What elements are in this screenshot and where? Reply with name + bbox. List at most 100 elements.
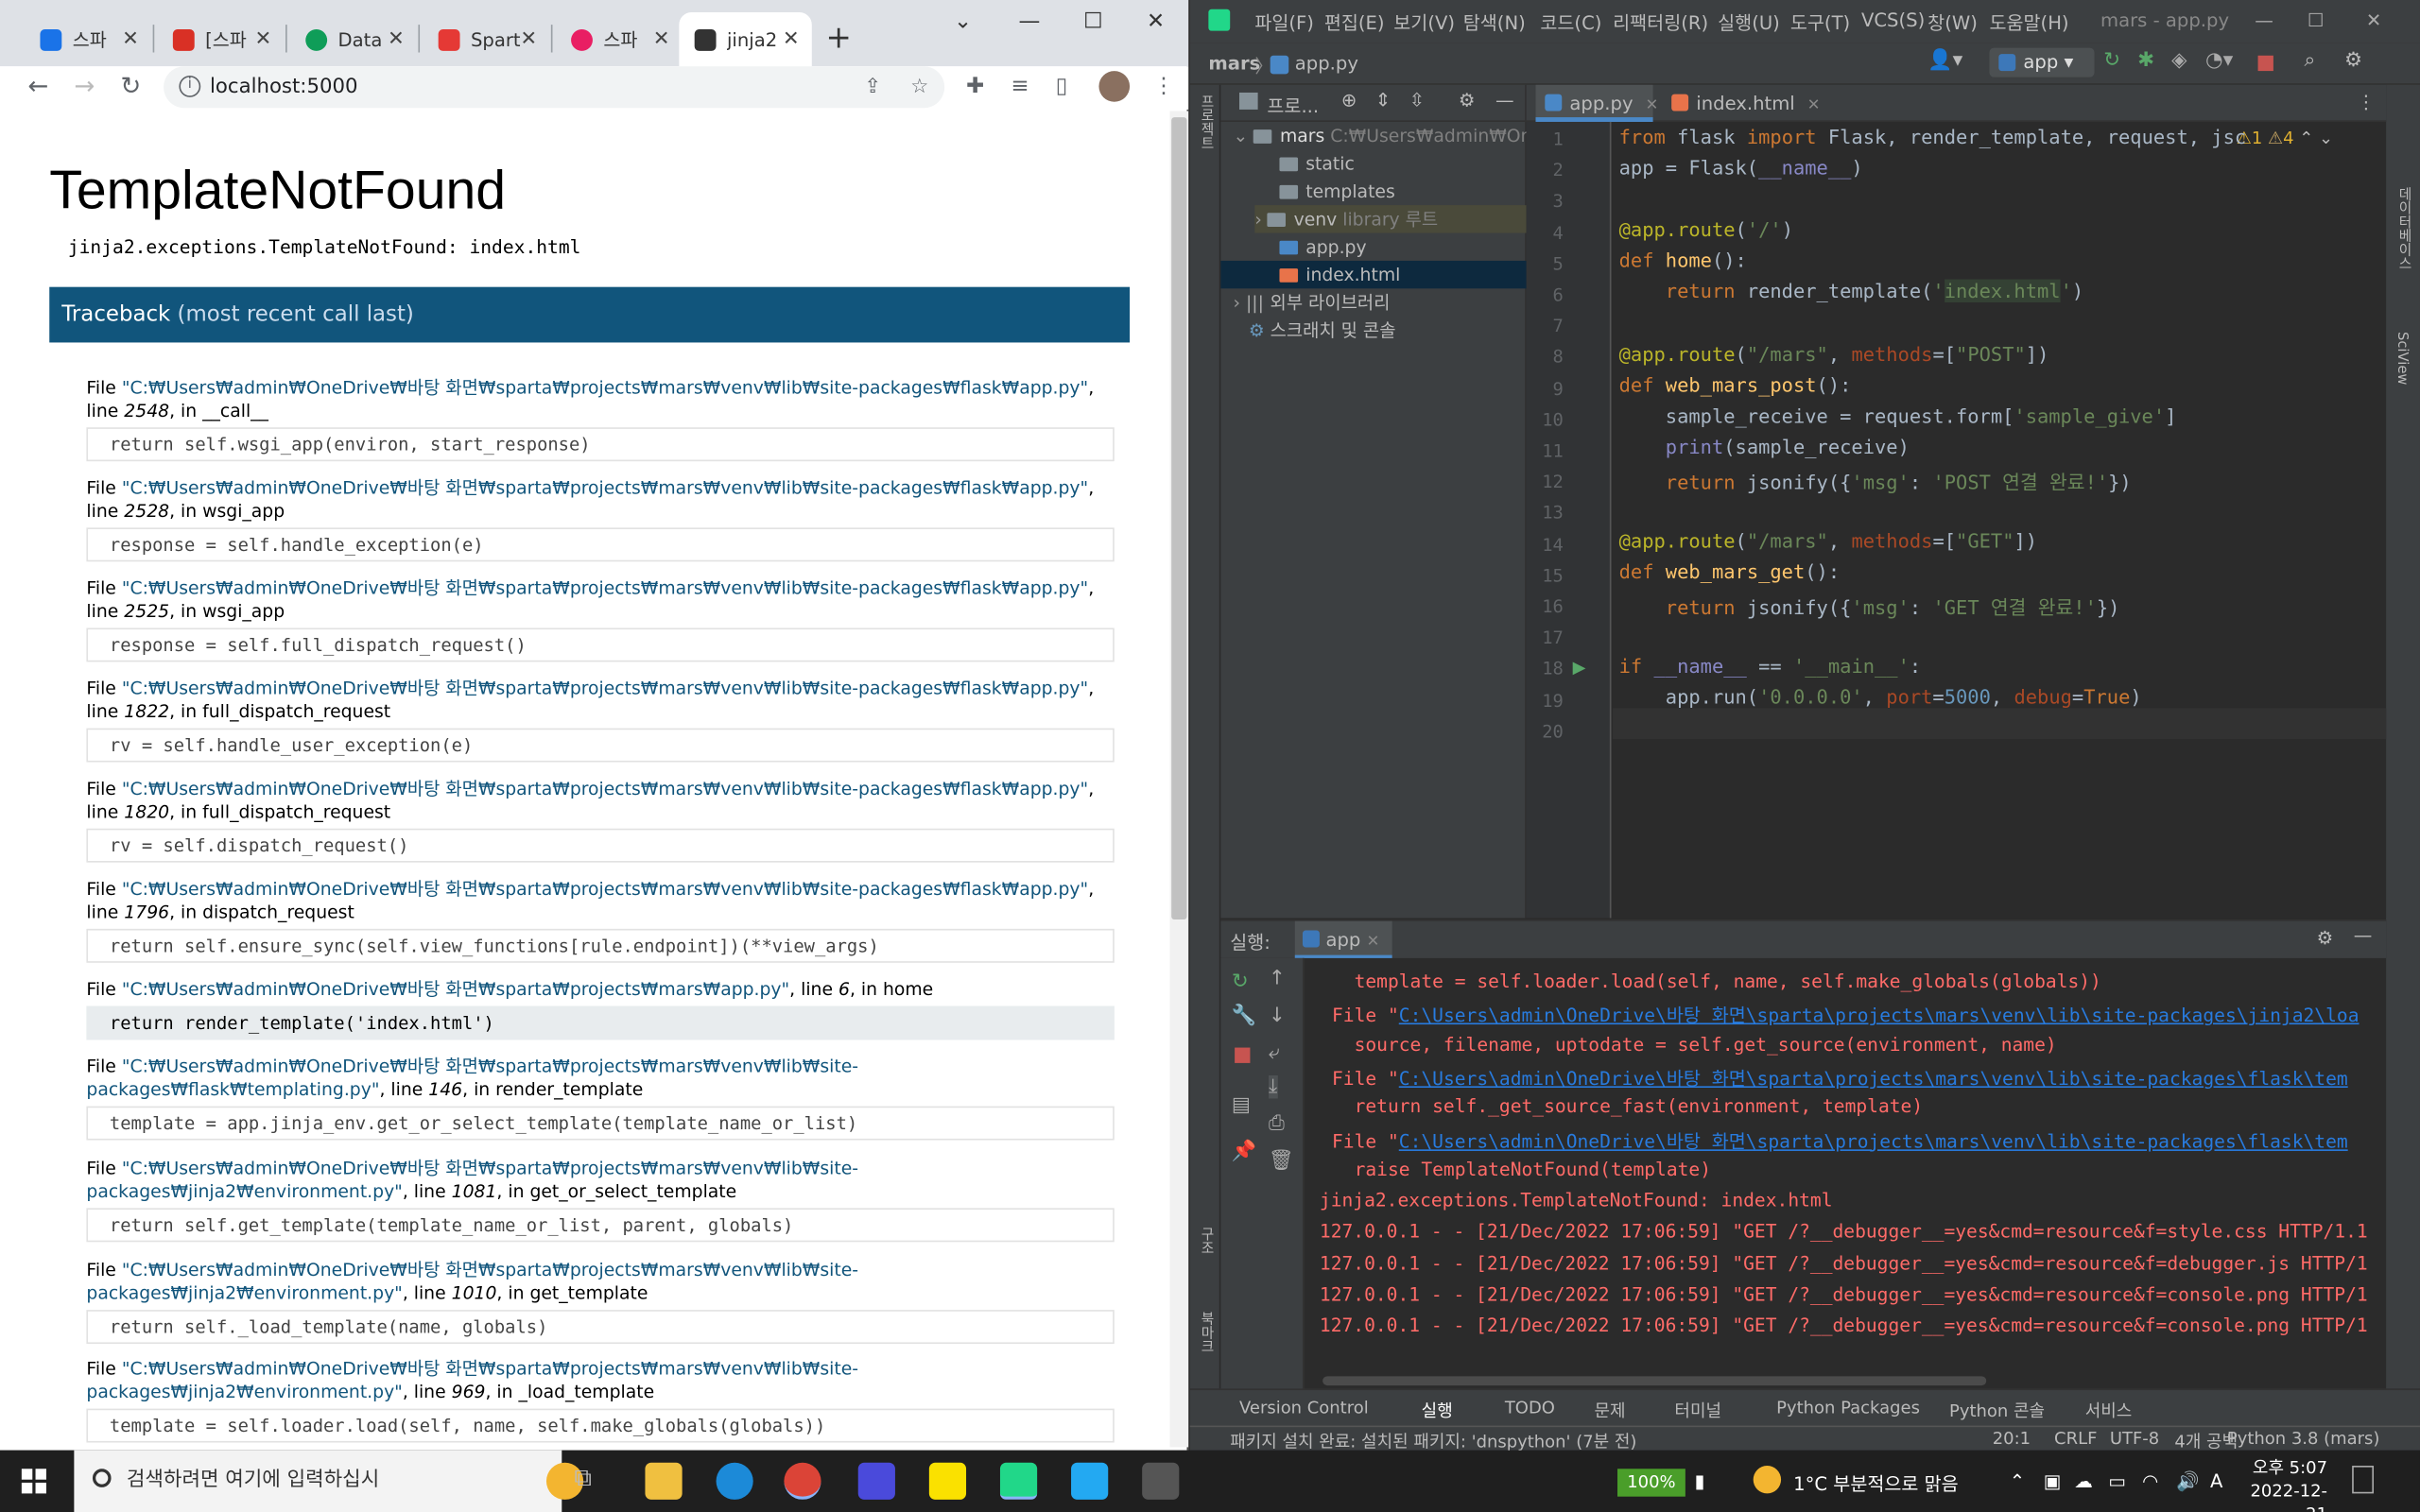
menu-file[interactable]: 파일(F): [1254, 9, 1314, 36]
close-tab-icon[interactable]: ✕: [1646, 97, 1659, 114]
project-tool-tab[interactable]: 프로젝트: [1196, 94, 1216, 150]
traceback-frame[interactable]: File "C:₩Users₩admin₩OneDrive₩바탕 화면₩spar…: [86, 1358, 1115, 1443]
expand-all-icon[interactable]: ⇕: [1375, 90, 1391, 112]
weather-text[interactable]: 1°C 부분적으로 맑음: [1793, 1470, 1959, 1497]
browser-tab-active[interactable]: jinja2 ✕: [679, 12, 812, 67]
run-gutter-icon[interactable]: ▶: [1573, 658, 1586, 678]
run-settings-icon[interactable]: ⚙: [2317, 927, 2334, 949]
site-info-icon[interactable]: i: [179, 75, 201, 97]
tree-file-app-py[interactable]: app.py: [1279, 233, 1367, 261]
tray-device-icon[interactable]: ▭: [2108, 1470, 2126, 1492]
console-horizontal-scrollbar[interactable]: [1322, 1376, 1987, 1386]
breadcrumb-project[interactable]: mars: [1208, 53, 1260, 75]
taskbar-search[interactable]: 검색하려면 여기에 입력하십시: [74, 1450, 584, 1512]
tab-close-icon[interactable]: ✕: [653, 27, 670, 50]
new-tab-icon[interactable]: +: [825, 19, 851, 56]
console-file-link[interactable]: C:\Users\admin\OneDrive\바탕 화면\sparta\pro…: [1399, 1068, 2348, 1090]
menu-tools[interactable]: 도구(T): [1790, 9, 1850, 36]
notification-icon[interactable]: [2352, 1466, 2375, 1494]
wrench-icon[interactable]: 🔧: [1232, 1005, 1256, 1027]
menu-vcs[interactable]: VCS(S): [1861, 9, 1925, 31]
coverage-icon[interactable]: ◈: [2171, 49, 2187, 72]
menu-edit[interactable]: 편집(E): [1324, 9, 1385, 36]
bookmarks-tool-tab[interactable]: 북마크: [1196, 1312, 1216, 1353]
wifi-icon[interactable]: ◠: [2142, 1470, 2158, 1492]
hide-run-panel-icon[interactable]: —: [2354, 924, 2373, 946]
tab-close-icon[interactable]: ✕: [255, 27, 272, 50]
frame-code[interactable]: template = self.loader.load(self, name, …: [86, 1408, 1115, 1443]
print-icon[interactable]: ⎙: [1269, 1112, 1285, 1135]
tab-close-icon[interactable]: ✕: [783, 27, 800, 50]
layout-icon[interactable]: ▤: [1232, 1094, 1251, 1117]
console-file-link[interactable]: C:\Users\admin\OneDrive\바탕 화면\sparta\pro…: [1399, 1130, 2348, 1152]
close-window-icon[interactable]: ✕: [1147, 9, 1165, 34]
chrome-icon[interactable]: [784, 1462, 821, 1500]
tree-external-libraries[interactable]: › ||| 외부 라이브러리: [1233, 288, 1390, 316]
taskbar-clock[interactable]: 오후 5:072022-12-21: [2241, 1456, 2328, 1512]
tab-close-icon[interactable]: ✕: [122, 27, 139, 50]
task-view-icon[interactable]: ⧉: [574, 1463, 611, 1500]
battery-icon[interactable]: ▮: [1695, 1470, 1705, 1492]
edge-icon[interactable]: [716, 1462, 753, 1500]
run-config-select[interactable]: app ▾: [1989, 47, 2095, 77]
trash-icon[interactable]: 🗑: [1269, 1149, 1294, 1172]
app-icon[interactable]: [857, 1462, 895, 1500]
pin-icon[interactable]: 📌: [1232, 1141, 1256, 1163]
traceback-frame[interactable]: File "C:₩Users₩admin₩OneDrive₩바탕 화면₩spar…: [86, 778, 1115, 863]
vscode-icon[interactable]: [1071, 1462, 1109, 1500]
tab-search-icon[interactable]: ⌄: [954, 9, 972, 34]
traceback-frame[interactable]: File "C:₩Users₩admin₩OneDrive₩바탕 화면₩spar…: [86, 376, 1115, 462]
kakaotalk-icon[interactable]: [928, 1462, 967, 1500]
editor-tab-app-py[interactable]: app.py ✕: [1535, 84, 1658, 122]
address-bar[interactable]: i localhost:5000 ⇪ ☆: [164, 66, 945, 109]
frame-code[interactable]: template = app.jinja_env.get_or_select_t…: [86, 1106, 1115, 1141]
page-scrollbar[interactable]: [1169, 111, 1189, 1448]
tree-folder-static[interactable]: static: [1279, 149, 1355, 177]
stop-icon[interactable]: [2257, 55, 2273, 72]
menu-refactor[interactable]: 리팩터링(R): [1613, 9, 1708, 36]
weather-icon[interactable]: [1753, 1466, 1782, 1494]
sciview-tool-tab[interactable]: SciView: [2394, 332, 2409, 385]
extensions-icon[interactable]: ✚: [966, 74, 984, 98]
traceback-frame[interactable]: File "C:₩Users₩admin₩OneDrive₩바탕 화면₩spar…: [86, 1157, 1115, 1243]
back-icon[interactable]: ←: [27, 71, 48, 100]
chrome-menu-icon[interactable]: ⋮: [1153, 74, 1175, 98]
frame-code[interactable]: return self.get_template(template_name_o…: [86, 1208, 1115, 1243]
tree-folder-templates[interactable]: templates: [1279, 178, 1395, 205]
tray-chevron-icon[interactable]: ⌃: [2010, 1470, 2025, 1492]
pycharm-icon[interactable]: [999, 1462, 1038, 1500]
frame-code[interactable]: response = self.handle_exception(e): [86, 527, 1115, 562]
tree-file-index-html[interactable]: index.html: [1220, 260, 1527, 289]
status-caret-position[interactable]: 20:1: [1993, 1429, 2031, 1449]
project-panel-title[interactable]: 프로...: [1267, 93, 1319, 119]
close-tab-icon[interactable]: ✕: [1807, 97, 1821, 114]
tab-version-control[interactable]: Version Control: [1239, 1398, 1369, 1418]
user-icon[interactable]: 👤▾: [1927, 49, 1962, 72]
tree-folder-venv[interactable]: › venv library 루트: [1254, 205, 1527, 233]
start-button[interactable]: [21, 1469, 46, 1494]
tab-problems[interactable]: 문제: [1595, 1398, 1626, 1422]
stop-icon[interactable]: [1235, 1047, 1251, 1063]
frame-code[interactable]: return self.ensure_sync(self.view_functi…: [86, 928, 1115, 963]
tray-icon[interactable]: ▣: [2044, 1470, 2062, 1492]
menu-run[interactable]: 실행(U): [1718, 9, 1780, 36]
ime-indicator[interactable]: A: [2210, 1470, 2222, 1492]
traceback-frame[interactable]: File "C:₩Users₩admin₩OneDrive₩바탕 화면₩spar…: [86, 978, 1115, 1040]
tree-scratches[interactable]: ⚙ 스크래치 및 콘솔: [1249, 317, 1396, 344]
browser-tab[interactable]: Spart ✕: [423, 12, 549, 66]
traceback-frame[interactable]: File "C:₩Users₩admin₩OneDrive₩바탕 화면₩spar…: [86, 476, 1115, 562]
ide-maximize-icon[interactable]: ☐: [2308, 9, 2325, 31]
settings-gear-icon[interactable]: ⚙: [2344, 49, 2362, 72]
tab-todo[interactable]: TODO: [1505, 1398, 1555, 1418]
frame-code[interactable]: return render_template('index.html'): [86, 1005, 1115, 1040]
menu-code[interactable]: 코드(C): [1540, 9, 1601, 36]
console-output[interactable]: template = self.loader.load(self, name, …: [1310, 958, 2386, 1372]
tab-python-packages[interactable]: Python Packages: [1776, 1398, 1920, 1418]
frame-code[interactable]: rv = self.handle_user_exception(e): [86, 728, 1115, 763]
close-run-tab-icon[interactable]: ✕: [1367, 934, 1380, 951]
hide-panel-icon[interactable]: —: [1495, 90, 1514, 112]
frame-code[interactable]: return self.wsgi_app(environ, start_resp…: [86, 427, 1115, 462]
ide-close-icon[interactable]: ✕: [2366, 9, 2381, 31]
inspection-widget[interactable]: ⚠1 ⚠4 ⌃ ⌄: [2237, 129, 2333, 148]
file-explorer-icon[interactable]: [645, 1462, 683, 1500]
